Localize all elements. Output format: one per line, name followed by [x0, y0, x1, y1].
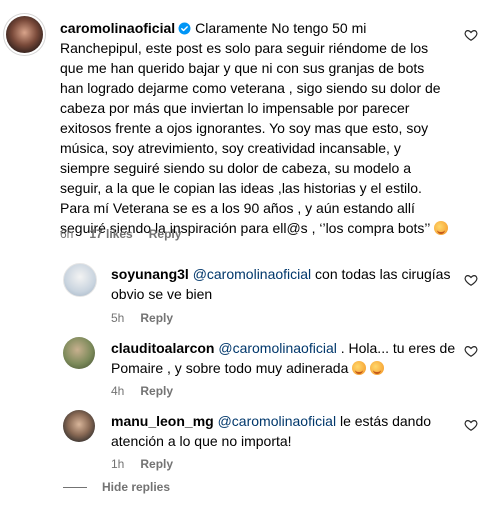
- heart-icon[interactable]: [464, 28, 478, 42]
- username[interactable]: clauditoalarcon: [111, 340, 214, 356]
- reply-body: clauditoalarcon @caromolinaoficial . Hol…: [111, 338, 456, 378]
- avatar[interactable]: [63, 263, 97, 297]
- emoji-icon: [433, 221, 448, 235]
- mention-link[interactable]: @caromolinaoficial: [218, 340, 336, 356]
- username[interactable]: caromolinaoficial: [60, 20, 175, 36]
- username[interactable]: soyunang3l: [111, 266, 189, 282]
- mention-link[interactable]: @caromolinaoficial: [218, 413, 336, 429]
- divider-line: [63, 487, 87, 488]
- mention-link[interactable]: @caromolinaoficial: [193, 266, 311, 282]
- reply-button[interactable]: Reply: [140, 384, 173, 398]
- username[interactable]: manu_leon_mg: [111, 413, 214, 429]
- reply-button[interactable]: Reply: [149, 227, 182, 241]
- reply-meta: 4h Reply: [111, 384, 189, 398]
- avatar[interactable]: [63, 337, 95, 369]
- reply-body: soyunang3l @caromolinaoficial con todas …: [111, 264, 451, 304]
- timestamp: 5h: [111, 311, 125, 325]
- reply-body: manu_leon_mg @caromolinaoficial le estás…: [111, 411, 456, 451]
- heart-icon[interactable]: [464, 273, 478, 287]
- reply-meta: 5h Reply: [111, 311, 189, 325]
- reply-button[interactable]: Reply: [140, 311, 173, 325]
- timestamp: 6h: [60, 227, 74, 241]
- emoji-icon: [370, 361, 385, 375]
- hide-replies-button[interactable]: Hide replies: [102, 480, 170, 494]
- emoji-icon: [352, 361, 367, 375]
- verified-badge-icon: [178, 22, 191, 35]
- timestamp: 4h: [111, 384, 125, 398]
- heart-icon[interactable]: [464, 344, 478, 358]
- comment-meta: 6h 17 likes Reply: [60, 227, 197, 241]
- heart-icon[interactable]: [464, 418, 478, 432]
- reply-meta: 1h Reply: [111, 457, 189, 471]
- avatar[interactable]: [6, 16, 43, 53]
- avatar[interactable]: [63, 410, 95, 442]
- timestamp: 1h: [111, 457, 125, 471]
- comment-body: caromolinaoficial Claramente No tengo 50 …: [60, 18, 448, 238]
- reply-button[interactable]: Reply: [140, 457, 173, 471]
- likes-count[interactable]: 17 likes: [89, 227, 132, 241]
- comment-text: Claramente No tengo 50 mi Ranchepipul, e…: [60, 20, 441, 196]
